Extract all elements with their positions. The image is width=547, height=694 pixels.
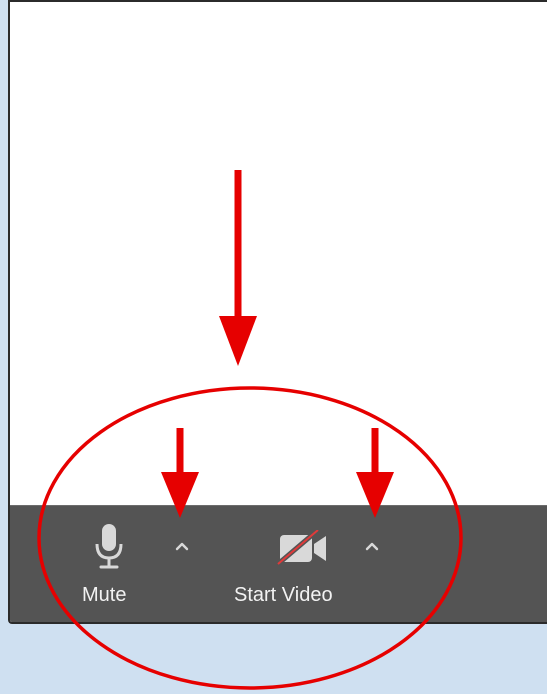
start-video-button[interactable]: Start Video bbox=[232, 516, 382, 614]
microphone-icon bbox=[95, 524, 123, 569]
mute-label: Mute bbox=[82, 584, 127, 606]
caret-up-icon bbox=[365, 542, 379, 551]
start-video-label: Start Video bbox=[234, 584, 333, 606]
video-camera-off-icon bbox=[276, 530, 326, 566]
zoom-meeting-window: Mute Start Video bbox=[8, 0, 547, 624]
mute-button[interactable]: Mute bbox=[70, 516, 146, 614]
meeting-toolbar: Mute Start Video bbox=[10, 505, 547, 622]
video-options-button[interactable] bbox=[362, 536, 382, 556]
audio-options-button[interactable] bbox=[172, 536, 192, 556]
video-area bbox=[10, 2, 547, 505]
caret-up-icon bbox=[175, 542, 189, 551]
screenshot-stage: Mute Start Video bbox=[0, 0, 547, 694]
